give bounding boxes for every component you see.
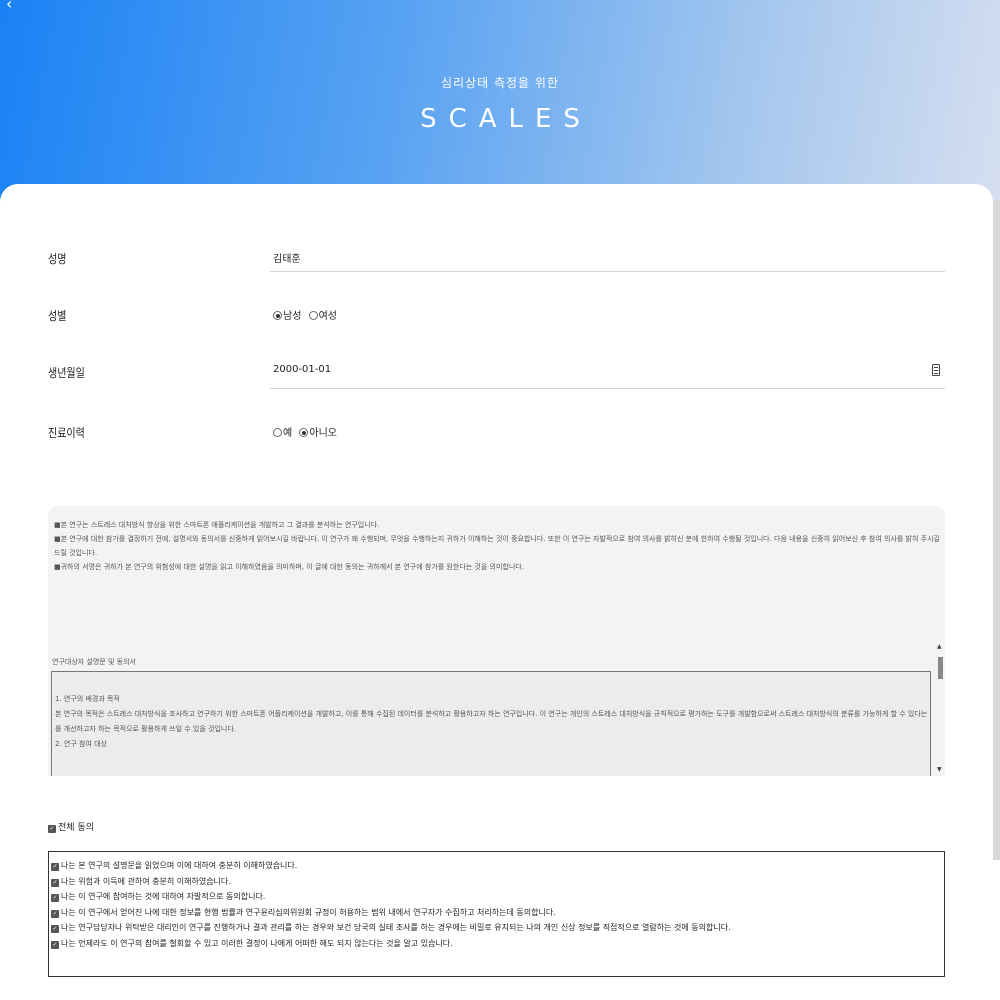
chevron-left-icon[interactable]: ‹ [6,0,12,13]
checkbox-checked-icon[interactable]: ✓ [51,878,59,887]
gender-option-male[interactable]: 남성 [273,311,301,322]
checkbox-checked-icon[interactable]: ✓ [48,825,56,833]
birthdate-label: 생년월일 [48,367,85,381]
consent-item[interactable]: ✓ 나는 언제라도 이 연구의 참여를 철회할 수 있고 이러한 결정이 나에게 … [51,936,942,952]
notice-line: ■본 연구는 스트레스 대처방식 향상을 위한 스마트폰 애플리케이션을 개발하… [54,521,380,529]
info-line: 1. 연구의 배경과 목적 [55,695,120,703]
name-underline [270,271,945,272]
consent-item[interactable]: ✓ 나는 본 연구의 설명문을 읽었으며 이에 대하여 충분히 이해하였습니다. [51,858,942,874]
info-scrollbar[interactable]: ▲ ▼ [935,641,945,775]
scroll-down-icon[interactable]: ▼ [937,766,942,773]
app-title: SCALES [420,104,592,134]
history-label: 진료이력 [48,427,85,441]
info-line: 2. 연구 참여 대상 [55,740,107,748]
birthdate-underline [270,388,945,389]
consent-list: ✓ 나는 본 연구의 설명문을 읽었으며 이에 대하여 충분히 이해하였습니다. … [48,851,945,977]
radio-unselected-icon[interactable] [308,311,318,320]
consent-item[interactable]: ✓ 나는 연구담당자나 위탁받은 대리인이 연구를 진행하거나 결과 관리를 하는… [51,920,942,936]
agree-all-checkbox[interactable]: ✓ 전체 동의 [48,820,94,833]
checkbox-checked-icon[interactable]: ✓ [51,909,59,918]
checkbox-checked-icon[interactable]: ✓ [51,925,59,933]
page-scrollbar[interactable] [992,200,1000,860]
consent-item[interactable]: ✓ 나는 이 연구에서 얻어진 나에 대한 정보를 현행 법률과 연구윤리심의위원… [51,905,942,921]
name-label: 성명 [48,253,67,267]
checkbox-checked-icon[interactable]: ✓ [51,894,59,902]
calendar-icon[interactable] [932,364,940,376]
header-subtitle: 심리상태 측정을 위한 [441,76,559,90]
study-notice: ■본 연구는 스트레스 대처방식 향상을 위한 스마트폰 애플리케이션을 개발하… [48,506,945,656]
info-title: 연구대상자 설명문 및 동의서 [52,658,136,666]
gender-label: 성별 [48,310,67,324]
checkbox-checked-icon[interactable]: ✓ [51,863,59,871]
notice-line: ■본 연구에 대한 참가를 결정하기 전에, 설명서와 동의서를 신중하게 읽어… [54,535,939,543]
consent-item[interactable]: ✓ 나는 이 연구에 참여하는 것에 대하여 자발적으로 동의합니다. [51,889,942,905]
consent-item[interactable]: ✓ 나는 위험과 이득에 관하여 충분히 이해하였습니다. [51,874,942,890]
history-option-no[interactable]: 아니오 [299,428,337,439]
history-radio-group: 예 아니오 [273,424,337,439]
gender-radio-group: 남성 여성 [273,307,337,322]
radio-selected-icon[interactable] [299,428,309,437]
info-line: 를 개선하고자 하는 목적으로 활용하게 쓰일 수 있을 것입니다. [55,725,237,733]
gender-option-female[interactable]: 여성 [308,311,337,322]
info-line: 본 연구의 목적은 스트레스 대처방식을 조사하고 연구하기 위한 스마트폰 어… [55,710,927,718]
radio-unselected-icon[interactable] [273,428,282,437]
checkbox-checked-icon[interactable]: ✓ [51,940,59,949]
history-option-yes[interactable]: 예 [273,428,292,439]
name-input[interactable]: 김태훈 [273,250,301,265]
radio-selected-icon[interactable] [273,311,282,320]
scroll-up-icon[interactable]: ▲ [937,643,942,650]
notice-line: 드릴 것입니다. [54,549,98,557]
notice-line: ■귀하의 서명은 귀하가 본 연구의 위험성에 대한 설명을 읽고 이해하였음을… [54,563,524,571]
scroll-thumb[interactable] [938,657,943,679]
birthdate-input[interactable]: 2000-01-01 [273,364,331,375]
info-text-area[interactable]: 1. 연구의 배경과 목적 본 연구의 목적은 스트레스 대처방식을 조사하고 … [51,671,931,776]
